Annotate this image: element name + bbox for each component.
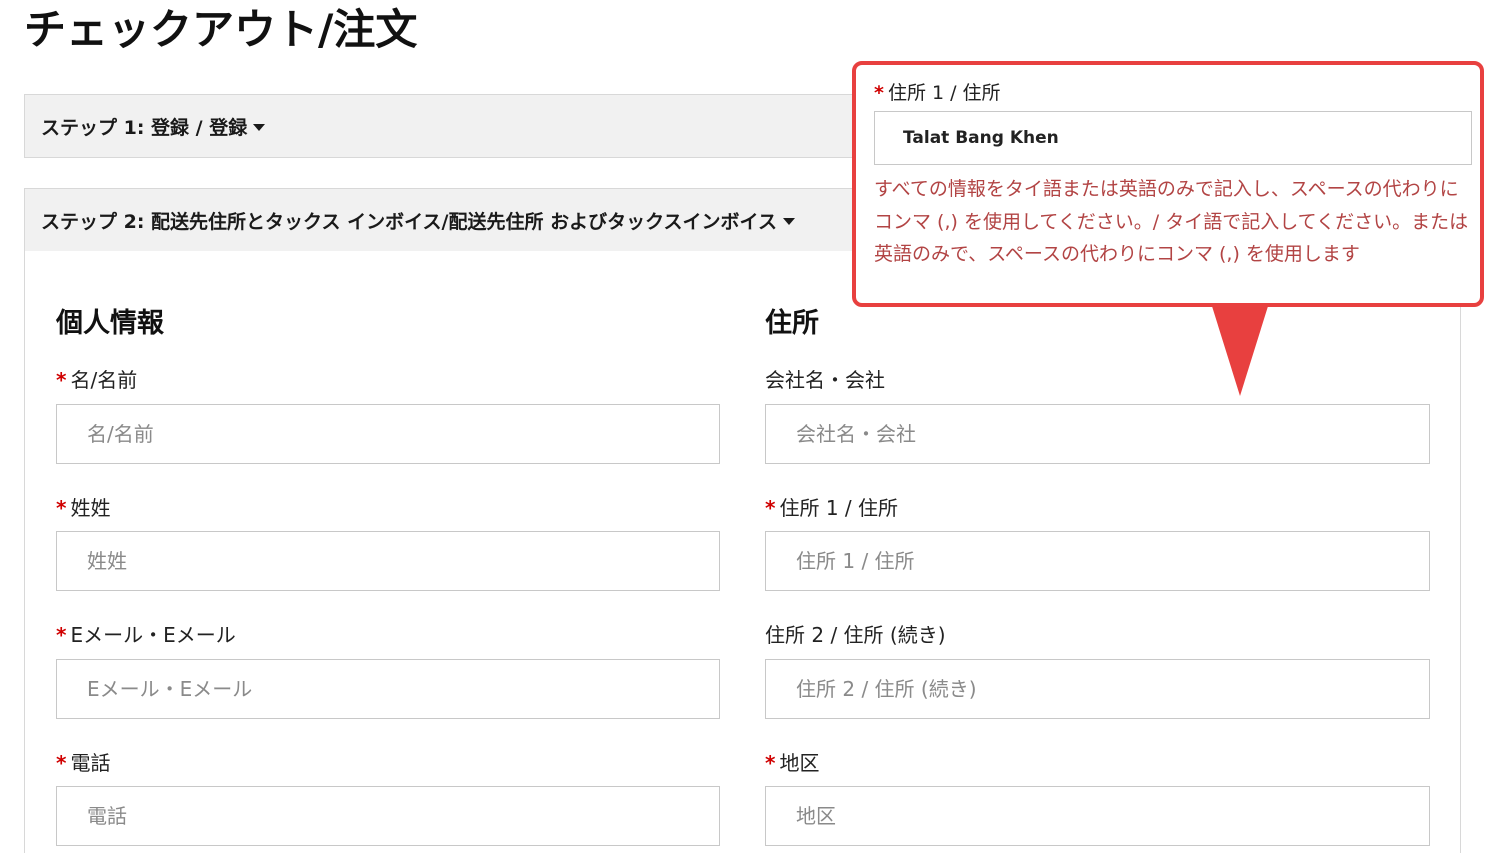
address2-label: 住所 2 / 住所 (続き)	[765, 623, 946, 647]
callout-pointer-arrow	[1211, 303, 1269, 396]
caret-down-icon	[253, 124, 266, 131]
address1-input[interactable]	[765, 531, 1430, 591]
address1-label: * 住所 1 / 住所	[765, 492, 898, 521]
company-input[interactable]	[765, 404, 1430, 464]
district-label: * 地区	[765, 747, 819, 776]
first-name-label-text: 名/名前	[70, 368, 138, 392]
step-2-label: ステップ 2: 配送先住所とタックス インボイス/配送先住所 およびタックスイン…	[41, 210, 777, 233]
callout-address1-input[interactable]	[874, 111, 1472, 165]
last-name-input[interactable]	[56, 531, 720, 591]
callout-address1-label: * 住所 1 / 住所	[874, 78, 1001, 105]
required-marker: *	[56, 751, 67, 775]
callout-address1-label-text: 住所 1 / 住所	[887, 82, 1001, 104]
last-name-label: * 姓姓	[56, 492, 110, 521]
address1-error-message: すべての情報をタイ語または英語のみで記入し、スペースの代わりにコンマ (,) を…	[874, 178, 1469, 265]
personal-info-heading: 個人情報	[56, 308, 164, 339]
required-marker: *	[56, 623, 67, 647]
address1-error-callout: *住所 1 / 住所 すべての情報をタイ語または英語のみで記入し、スペースの代わ…	[852, 61, 1484, 307]
caret-down-icon	[782, 218, 795, 225]
email-label-text: Eメール・Eメール	[70, 623, 236, 647]
address1-label-text: 住所 1 / 住所	[779, 496, 899, 520]
required-marker: *	[765, 751, 776, 775]
page-title: チェックアウト/注文	[24, 5, 418, 54]
phone-input[interactable]	[56, 786, 720, 846]
company-label: 会社名・会社	[765, 368, 885, 392]
required-marker: *	[874, 82, 884, 104]
first-name-input[interactable]	[56, 404, 720, 464]
required-marker: *	[765, 496, 776, 520]
step-1-label: ステップ 1: 登録 / 登録	[41, 116, 248, 139]
required-marker: *	[56, 496, 67, 520]
address-heading: 住所	[765, 308, 819, 339]
first-name-label: * 名/名前	[56, 364, 137, 393]
step-2-title[interactable]: ステップ 2: 配送先住所とタックス インボイス/配送先住所 およびタックスイン…	[41, 189, 795, 251]
phone-label-text: 電話	[70, 751, 111, 775]
email-label: * Eメール・Eメール	[56, 619, 236, 648]
last-name-label-text: 姓姓	[70, 496, 111, 520]
district-label-text: 地区	[779, 751, 820, 775]
phone-label: * 電話	[56, 747, 110, 776]
address2-input[interactable]	[765, 659, 1430, 719]
step-1-title[interactable]: ステップ 1: 登録 / 登録	[41, 95, 266, 157]
email-input[interactable]	[56, 659, 720, 719]
district-input[interactable]	[765, 786, 1430, 846]
required-marker: *	[56, 368, 67, 392]
